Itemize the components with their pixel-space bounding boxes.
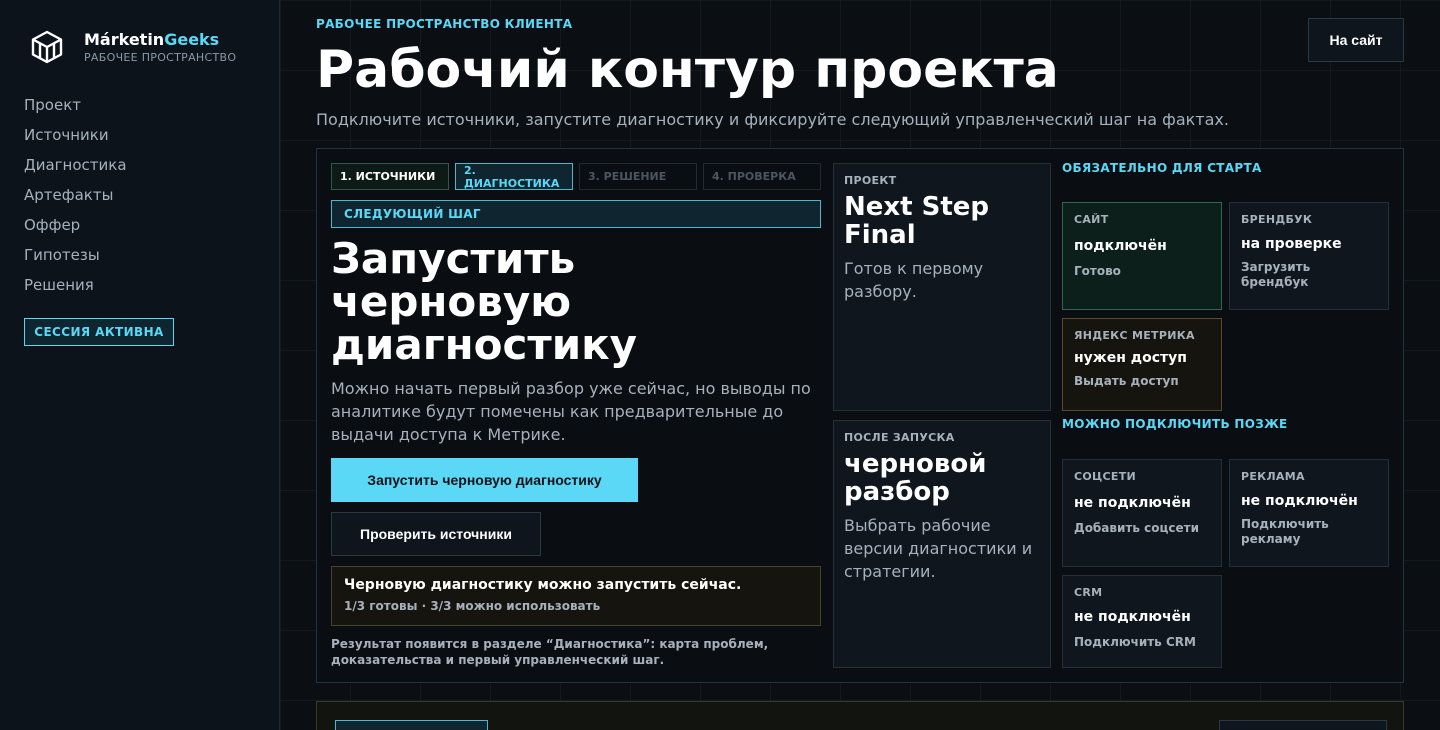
section-action-button[interactable]	[1219, 720, 1387, 730]
source-label: ЯНДЕКС МЕТРИКА	[1074, 329, 1195, 342]
sidebar-nav: Проект Источники Диагностика Артефакты О…	[24, 94, 127, 304]
source-action-grant-access[interactable]: Выдать доступ	[1074, 374, 1210, 389]
source-card-brandbook[interactable]: БРЕНДБУК на проверке Загрузить брендбук	[1229, 202, 1389, 310]
source-label: РЕКЛАМА	[1241, 470, 1305, 483]
notice-readiness: 1/3 готовы · 3/3 можно использовать	[344, 599, 601, 613]
nav-item-offer[interactable]: Оффер	[24, 214, 127, 244]
step-diagnostics[interactable]: 2. ДИАГНОСТИКА	[455, 163, 573, 190]
source-status: не подключён	[1241, 493, 1358, 509]
next-step-title: Запустить черновую диагностику	[331, 234, 638, 369]
source-action-connect-crm[interactable]: Подключить CRM	[1074, 635, 1210, 650]
notice-title: Черновую диагностику можно запустить сей…	[344, 577, 742, 593]
required-sources-heading: ОБЯЗАТЕЛЬНО ДЛЯ СТАРТА	[1062, 161, 1262, 175]
optional-sources-heading: МОЖНО ПОДКЛЮЧИТЬ ПОЗЖЕ	[1062, 417, 1288, 431]
header-kicker: РАБОЧЕЕ ПРОСТРАНСТВО КЛИЕНТА	[316, 17, 573, 31]
launch-notice: Черновую диагностику можно запустить сей…	[331, 566, 821, 626]
page-subtitle: Подключите источники, запустите диагност…	[316, 110, 1229, 129]
source-status: на проверке	[1241, 236, 1342, 252]
brand-logo[interactable]: MárketinGeeks РАБОЧЕЕ ПРОСТРАНСТВО	[30, 30, 236, 64]
source-label: САЙТ	[1074, 213, 1109, 226]
source-label: БРЕНДБУК	[1241, 213, 1313, 226]
source-card-yandex-metrika[interactable]: ЯНДЕКС МЕТРИКА нужен доступ Выдать досту…	[1062, 318, 1222, 411]
session-active-badge: СЕССИЯ АКТИВНА	[24, 318, 174, 346]
next-step-label: СЛЕДУЮЩИЙ ШАГ	[331, 200, 821, 228]
sidebar: MárketinGeeks РАБОЧЕЕ ПРОСТРАНСТВО Проек…	[0, 0, 280, 730]
result-note: Результат появится в разделе “Диагностик…	[331, 637, 769, 667]
brand-name-part2: Geeks	[164, 29, 220, 49]
run-draft-diagnostics-button[interactable]: Запустить черновую диагностику	[331, 458, 638, 502]
source-card-ads[interactable]: РЕКЛАМА не подключён Подключить рекламу	[1229, 459, 1389, 567]
project-panel: 1. ИСТОЧНИКИ 2. ДИАГНОСТИКА 3. РЕШЕНИЕ 4…	[316, 148, 1404, 683]
source-status: подключён	[1074, 238, 1167, 254]
project-status-description: Готов к первому разбору.	[844, 259, 984, 301]
after-launch-card: ПОСЛЕ ЗАПУСКА черновой разбор Выбрать ра…	[833, 420, 1051, 668]
source-label: СОЦСЕТИ	[1074, 470, 1137, 483]
source-action-add-social[interactable]: Добавить соцсети	[1074, 521, 1210, 536]
next-section-panel	[316, 701, 1404, 730]
project-name: Next Step Final	[844, 192, 990, 250]
brand-subtitle: РАБОЧЕЕ ПРОСТРАНСТВО	[84, 50, 237, 64]
main-area: РАБОЧЕЕ ПРОСТРАНСТВО КЛИЕНТА Рабочий кон…	[280, 0, 1440, 730]
source-status: не подключён	[1074, 609, 1191, 625]
source-card-crm[interactable]: CRM не подключён Подключить CRM	[1062, 575, 1222, 668]
nav-item-sources[interactable]: Источники	[24, 124, 127, 154]
nav-item-decisions[interactable]: Решения	[24, 274, 127, 304]
source-status: не подключён	[1074, 495, 1191, 511]
page-title: Рабочий контур проекта	[316, 40, 1059, 100]
brand-name: MárketinGeeks	[84, 29, 236, 49]
step-sources[interactable]: 1. ИСТОЧНИКИ	[331, 163, 449, 190]
section-tag	[335, 720, 488, 730]
nav-item-hypotheses[interactable]: Гипотезы	[24, 244, 127, 274]
nav-item-artifacts[interactable]: Артефакты	[24, 184, 127, 214]
step-verification[interactable]: 4. ПРОВЕРКА	[703, 163, 821, 190]
cube-logo-icon	[31, 30, 63, 64]
source-action: Готово	[1074, 264, 1121, 278]
source-action-connect-ads[interactable]: Подключить рекламу	[1241, 517, 1377, 547]
after-launch-title: черновой разбор	[844, 449, 987, 507]
brand-name-part1: Márketin	[84, 29, 165, 49]
source-card-site[interactable]: САЙТ подключён Готово	[1062, 202, 1222, 310]
step-decision[interactable]: 3. РЕШЕНИЕ	[579, 163, 697, 190]
next-step-description: Можно начать первый разбор уже сейчас, н…	[331, 379, 811, 444]
after-launch-label: ПОСЛЕ ЗАПУСКА	[844, 431, 955, 444]
source-label: CRM	[1074, 586, 1103, 599]
project-card: ПРОЕКТ Next Step Final Готов к первому р…	[833, 163, 1051, 411]
source-status: нужен доступ	[1074, 350, 1187, 366]
after-launch-description: Выбрать рабочие версии диагностики и стр…	[844, 516, 1033, 581]
go-to-site-button[interactable]: На сайт	[1308, 18, 1404, 62]
project-card-label: ПРОЕКТ	[844, 174, 897, 187]
progress-steps: 1. ИСТОЧНИКИ 2. ДИАГНОСТИКА 3. РЕШЕНИЕ 4…	[331, 163, 821, 190]
brand-text: MárketinGeeks РАБОЧЕЕ ПРОСТРАНСТВО	[84, 29, 237, 64]
source-action-upload-brandbook[interactable]: Загрузить брендбук	[1241, 260, 1377, 290]
check-sources-button[interactable]: Проверить источники	[331, 512, 541, 556]
source-card-social[interactable]: СОЦСЕТИ не подключён Добавить соцсети	[1062, 459, 1222, 567]
nav-item-project[interactable]: Проект	[24, 94, 127, 124]
nav-item-diagnostics[interactable]: Диагностика	[24, 154, 127, 184]
